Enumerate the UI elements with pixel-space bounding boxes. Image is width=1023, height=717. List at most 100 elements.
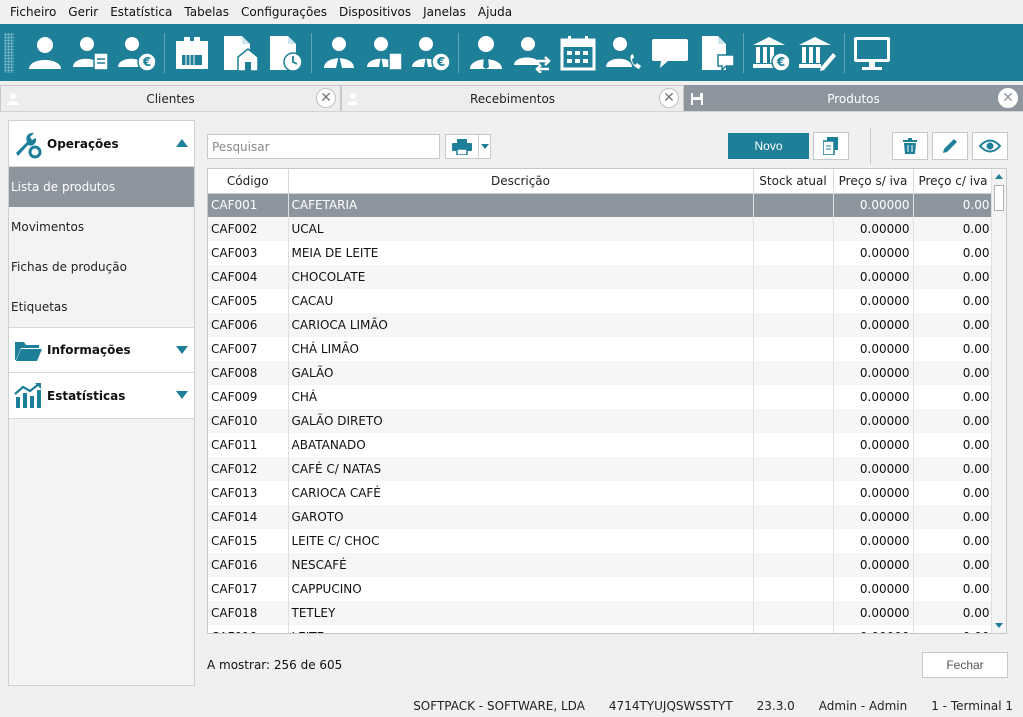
tab-produtos[interactable]: Produtos ✕ <box>684 85 1023 111</box>
search-input[interactable] <box>207 134 440 159</box>
section-operacoes[interactable]: Operações <box>9 121 194 167</box>
cell-descricao: CAFETARIA <box>288 193 754 217</box>
expand-arrow-icon[interactable] <box>176 346 188 354</box>
section-informacoes[interactable]: Informações <box>9 327 194 373</box>
table-row[interactable]: CAF005 CACAU 0.00000 0.00 <box>208 289 994 313</box>
menu-gerir[interactable]: Gerir <box>62 0 104 24</box>
table-row[interactable]: CAF011 ABATANADO 0.00000 0.00 <box>208 433 994 457</box>
contacto-telefone-icon[interactable] <box>604 29 644 77</box>
table-row[interactable]: CAF008 GALÃO 0.00000 0.00 <box>208 361 994 385</box>
table-row[interactable]: CAF019LEITE 0.000000.00 <box>208 625 994 633</box>
table-row[interactable]: CAF013 CARIOCA CAFÉ 0.00000 0.00 <box>208 481 994 505</box>
view-button[interactable] <box>972 132 1008 160</box>
table-row[interactable]: CAF007 CHÁ LIMÃO 0.00000 0.00 <box>208 337 994 361</box>
table-row[interactable]: CAF009 CHÁ 0.00000 0.00 <box>208 385 994 409</box>
menu-ficheiro[interactable]: Ficheiro <box>4 0 62 24</box>
table-row[interactable]: CAF018 TETLEY 0.00000 0.00 <box>208 601 994 625</box>
toolbar-separator <box>844 32 845 73</box>
cell-preco-sem-iva: 0.00000 <box>833 553 914 577</box>
fornecedor-icon[interactable] <box>319 29 359 77</box>
copy-button[interactable] <box>813 132 849 160</box>
cliente-conta-icon[interactable]: € <box>117 29 157 77</box>
menu-janelas[interactable]: Janelas <box>417 0 472 24</box>
scroll-thumb[interactable] <box>994 185 1004 211</box>
cell-preco-com-iva: 0.00 <box>913 313 994 337</box>
banco-editar-icon[interactable] <box>797 29 837 77</box>
cell-descricao: ABATANADO <box>288 433 754 457</box>
toolbar-grip[interactable] <box>4 32 14 73</box>
table-row[interactable]: CAF004 CHOCOLATE 0.00000 0.00 <box>208 265 994 289</box>
cell-codigo: CAF014 <box>208 505 289 529</box>
print-dropdown-icon[interactable] <box>478 135 490 158</box>
close-icon[interactable]: ✕ <box>659 88 679 108</box>
expand-arrow-icon[interactable] <box>176 391 188 399</box>
cliente-ficha-icon[interactable] <box>71 29 111 77</box>
sidebar-item-fichas-producao[interactable]: Fichas de produção <box>9 247 194 287</box>
documento-mensagem-icon[interactable] <box>696 29 736 77</box>
documento-relogio-icon[interactable] <box>264 29 304 77</box>
main-toolbar: € € € <box>0 24 1023 81</box>
table-row[interactable]: CAF015 LEITE C/ CHOC 0.00000 0.00 <box>208 529 994 553</box>
close-icon[interactable]: ✕ <box>316 88 336 108</box>
fornecedor-ficha-icon[interactable] <box>365 29 405 77</box>
menu-estatistica[interactable]: Estatística <box>104 0 178 24</box>
sidebar-item-movimentos[interactable]: Movimentos <box>9 207 194 247</box>
banco-euro-icon[interactable]: € <box>751 29 791 77</box>
close-icon[interactable]: ✕ <box>998 88 1018 108</box>
menu-configuracoes[interactable]: Configurações <box>235 0 333 24</box>
armazem-icon[interactable] <box>172 29 212 77</box>
fechar-button[interactable]: Fechar <box>922 652 1008 678</box>
clientes-icon[interactable] <box>25 29 65 77</box>
delete-button[interactable] <box>892 132 928 160</box>
table-row[interactable]: CAF016 NESCAFÉ 0.00000 0.00 <box>208 553 994 577</box>
fornecedor-conta-icon[interactable]: € <box>411 29 451 77</box>
svg-text:€: € <box>436 55 445 69</box>
menu-dispositivos[interactable]: Dispositivos <box>333 0 417 24</box>
cell-preco-sem-iva: 0.00000 <box>833 385 914 409</box>
cell-stock <box>753 529 834 553</box>
table-row[interactable]: CAF014 GAROTO 0.00000 0.00 <box>208 505 994 529</box>
table-row[interactable]: CAF002 UCAL 0.00000 0.00 <box>208 217 994 241</box>
tab-clientes[interactable]: Clientes ✕ <box>0 85 341 111</box>
cell-descricao: CAFÉ C/ NATAS <box>288 457 754 481</box>
cell-descricao: GAROTO <box>288 505 754 529</box>
eye-icon <box>979 139 1001 153</box>
edit-button[interactable] <box>932 132 968 160</box>
novo-button[interactable]: Novo <box>728 133 809 159</box>
scroll-down-icon[interactable] <box>995 623 1003 628</box>
funcionario-icon[interactable] <box>466 29 506 77</box>
document-tabs: Clientes ✕ Recebimentos ✕ Produtos ✕ <box>0 85 1023 111</box>
column-header-codigo[interactable]: Código <box>208 169 289 194</box>
scroll-up-icon[interactable] <box>995 174 1003 179</box>
collapse-arrow-icon[interactable] <box>176 139 188 147</box>
column-header-stock[interactable]: Stock atual <box>753 169 834 194</box>
menu-ajuda[interactable]: Ajuda <box>472 0 518 24</box>
table-row[interactable]: CAF006 CARIOCA LIMÃO 0.00000 0.00 <box>208 313 994 337</box>
sidebar-item-lista-produtos[interactable]: Lista de produtos <box>9 167 194 207</box>
documento-casa-icon[interactable] <box>218 29 258 77</box>
column-header-descricao[interactable]: Descrição <box>288 169 754 194</box>
transferencia-icon[interactable] <box>512 29 552 77</box>
monitor-icon[interactable] <box>852 29 892 77</box>
table-row[interactable]: CAF001 CAFETARIA 0.00000 0.00 <box>208 193 994 217</box>
tab-recebimentos[interactable]: Recebimentos ✕ <box>341 85 684 111</box>
menu-tabelas[interactable]: Tabelas <box>178 0 235 24</box>
cell-preco-sem-iva: 0.00000 <box>833 313 914 337</box>
table-row[interactable]: CAF010 GALÃO DIRETO 0.00000 0.00 <box>208 409 994 433</box>
cell-codigo: CAF005 <box>208 289 289 313</box>
cell-stock <box>753 385 834 409</box>
print-button[interactable] <box>445 134 491 159</box>
cell-preco-com-iva: 0.00 <box>913 241 994 265</box>
table-body: CAF001 CAFETARIA 0.00000 0.00 CAF002 UCAL 0.00… <box>208 193 994 633</box>
column-header-preco-com-iva[interactable]: Preço c/ iva <box>913 169 994 194</box>
cell-preco-sem-iva: 0.00000 <box>833 601 914 625</box>
mensagem-icon[interactable] <box>650 29 690 77</box>
table-row[interactable]: CAF017 CAPPUCINO 0.00000 0.00 <box>208 577 994 601</box>
calendario-icon[interactable] <box>558 29 598 77</box>
sidebar-item-etiquetas[interactable]: Etiquetas <box>9 287 194 327</box>
table-row[interactable]: CAF003 MEIA DE LEITE 0.00000 0.00 <box>208 241 994 265</box>
vertical-scrollbar[interactable] <box>991 169 1006 633</box>
table-row[interactable]: CAF012 CAFÉ C/ NATAS 0.00000 0.00 <box>208 457 994 481</box>
section-estatisticas[interactable]: Estatísticas <box>9 373 194 419</box>
column-header-preco-sem-iva[interactable]: Preço s/ iva <box>833 169 914 194</box>
